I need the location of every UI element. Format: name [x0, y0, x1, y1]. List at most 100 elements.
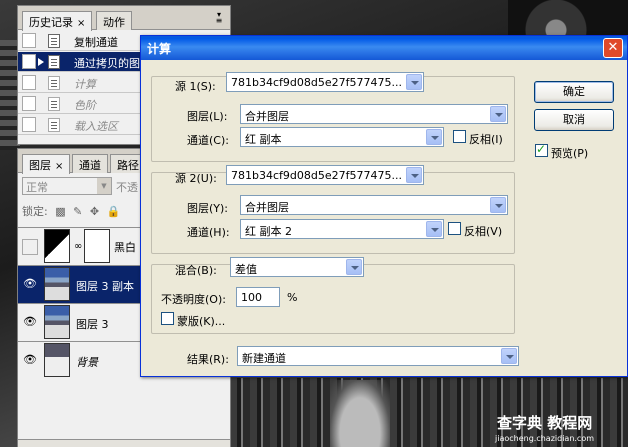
tab-channels-label: 通道 — [79, 159, 101, 172]
dialog-title: 计算 — [147, 42, 172, 56]
snapshot-checkbox[interactable] — [22, 75, 36, 90]
lock-all-icon[interactable]: 🔒 — [107, 205, 121, 218]
source2-file-select[interactable]: 781b34cf9d08d5e27f577475... — [226, 165, 424, 185]
eye-icon[interactable]: 👁 — [22, 315, 38, 331]
tab-actions[interactable]: 动作 — [96, 11, 132, 30]
link-icon: ∞ — [74, 241, 83, 252]
blend-mode-select[interactable]: 正常 ▼ — [22, 177, 112, 195]
source1-channel-value: 红 副本 — [245, 133, 282, 146]
layer-name: 黑白 — [114, 241, 136, 254]
lock-pixels-icon[interactable]: ✎ — [73, 205, 82, 218]
source2-channel-label: 通道(H): — [187, 226, 230, 239]
adjustment-thumbnail — [44, 229, 70, 263]
close-button[interactable]: ✕ — [603, 38, 623, 58]
history-item-label: 复制通道 — [74, 36, 118, 49]
source1-layer-label: 图层(L): — [187, 110, 228, 123]
source2-invert-checkbox[interactable] — [448, 222, 461, 235]
source2-channel-value: 红 副本 2 — [245, 225, 292, 238]
layer-thumbnail — [44, 267, 70, 301]
lock-position-icon[interactable]: ✥ — [90, 205, 99, 218]
source1-layer-select[interactable]: 合并图层 — [240, 104, 508, 124]
tab-history-label: 历史记录 — [29, 16, 73, 29]
layer-name: 图层 3 — [76, 318, 109, 331]
lock-transparency-icon[interactable]: ▩ — [55, 205, 65, 218]
tab-actions-label: 动作 — [103, 16, 125, 29]
source2-label: 源 2(U): — [175, 172, 217, 185]
history-item-label: 载入选区 — [74, 120, 118, 133]
chevron-down-icon — [426, 221, 442, 237]
source1-label: 源 1(S): — [175, 80, 216, 93]
source1-invert-label: 反相(I) — [469, 133, 503, 146]
result-value: 新建通道 — [242, 352, 286, 365]
eye-icon[interactable]: 👁 — [22, 353, 38, 369]
history-brush-icon — [38, 58, 44, 66]
source2-layer-label: 图层(Y): — [187, 202, 229, 215]
snapshot-checkbox[interactable] — [22, 54, 36, 69]
history-state-icon — [48, 118, 60, 132]
snapshot-checkbox[interactable] — [22, 117, 36, 132]
eye-icon[interactable]: 👁 — [22, 277, 38, 293]
cancel-button[interactable]: 取消 — [534, 109, 614, 131]
dialog-titlebar[interactable]: 计算 ✕ — [141, 36, 627, 60]
layer-name: 背景 — [76, 356, 98, 369]
cancel-button-label: 取消 — [563, 113, 585, 126]
close-icon[interactable]: × — [55, 161, 63, 172]
source1-file-value: 781b34cf9d08d5e27f577475... — [231, 76, 402, 89]
chevron-down-icon — [501, 348, 517, 364]
opacity-value: 100 — [241, 291, 262, 304]
source2-layer-select[interactable]: 合并图层 — [240, 195, 508, 215]
opacity-unit: % — [287, 291, 298, 304]
photo-subject — [330, 380, 390, 447]
ok-button[interactable]: 确定 — [534, 81, 614, 103]
tab-layers-label: 图层 — [29, 159, 51, 172]
source2-channel-select[interactable]: 红 副本 2 — [240, 219, 444, 239]
source1-channel-select[interactable]: 红 副本 — [240, 127, 444, 147]
source1-invert-checkbox[interactable] — [453, 130, 466, 143]
tab-paths-label: 路径 — [117, 159, 139, 172]
tab-layers[interactable]: 图层 × — [22, 154, 71, 174]
history-tabbar: 历史记录 × 动作 ▾ ≡ — [18, 6, 230, 31]
blending-mode-value: 差值 — [235, 263, 257, 276]
chevron-down-icon: ▼ — [97, 178, 111, 194]
layer-mask-thumbnail — [84, 229, 110, 263]
blending-mode-select[interactable]: 差值 — [230, 257, 364, 277]
history-item-label: 计算 — [74, 78, 96, 91]
layer-opacity-label: 不透 — [116, 181, 138, 194]
tab-history[interactable]: 历史记录 × — [22, 11, 93, 31]
chevron-down-icon — [346, 259, 362, 275]
chevron-down-icon — [490, 106, 506, 122]
close-icon[interactable]: × — [77, 18, 85, 29]
result-select[interactable]: 新建通道 — [237, 346, 519, 366]
result-label: 结果(R): — [187, 353, 229, 366]
layers-footer — [18, 439, 230, 447]
mask-label[interactable]: 蒙版(K)... — [177, 313, 225, 329]
chevron-down-icon — [426, 129, 442, 145]
chevron-down-icon — [406, 167, 422, 183]
chevron-down-icon — [406, 74, 422, 90]
watermark-text: 查字典 教程网 — [497, 414, 593, 432]
mask-checkbox[interactable] — [161, 312, 174, 325]
layer-thumbnail — [44, 305, 70, 339]
layer-thumbnail — [44, 343, 70, 377]
history-state-icon — [48, 34, 60, 48]
history-item-label: 色阶 — [74, 99, 96, 112]
chevron-down-icon — [490, 197, 506, 213]
snapshot-checkbox[interactable] — [22, 96, 36, 111]
calculations-dialog: 计算 ✕ 源 1(S): 781b34cf9d08d5e27f577475...… — [140, 35, 628, 377]
layer-name: 图层 3 副本 — [76, 280, 134, 293]
opacity-input[interactable]: 100 — [236, 287, 280, 307]
snapshot-checkbox[interactable] — [22, 33, 36, 48]
blending-label: 混合(B): — [175, 264, 217, 277]
history-state-icon — [48, 97, 60, 111]
lock-label: 锁定: — [22, 205, 48, 218]
opacity-label: 不透明度(O): — [161, 293, 226, 306]
watermark-url: jiaocheng.chazidian.com — [495, 434, 595, 443]
source1-layer-value: 合并图层 — [245, 110, 289, 123]
source1-file-select[interactable]: 781b34cf9d08d5e27f577475... — [226, 72, 424, 92]
preview-label: 预览(P) — [551, 147, 589, 160]
visibility-toggle[interactable] — [22, 239, 38, 255]
preview-checkbox[interactable] — [535, 142, 548, 157]
source2-layer-value: 合并图层 — [245, 201, 289, 214]
tab-channels[interactable]: 通道 — [72, 154, 108, 173]
panel-menu-icon[interactable]: ▾ ≡ — [212, 11, 226, 25]
